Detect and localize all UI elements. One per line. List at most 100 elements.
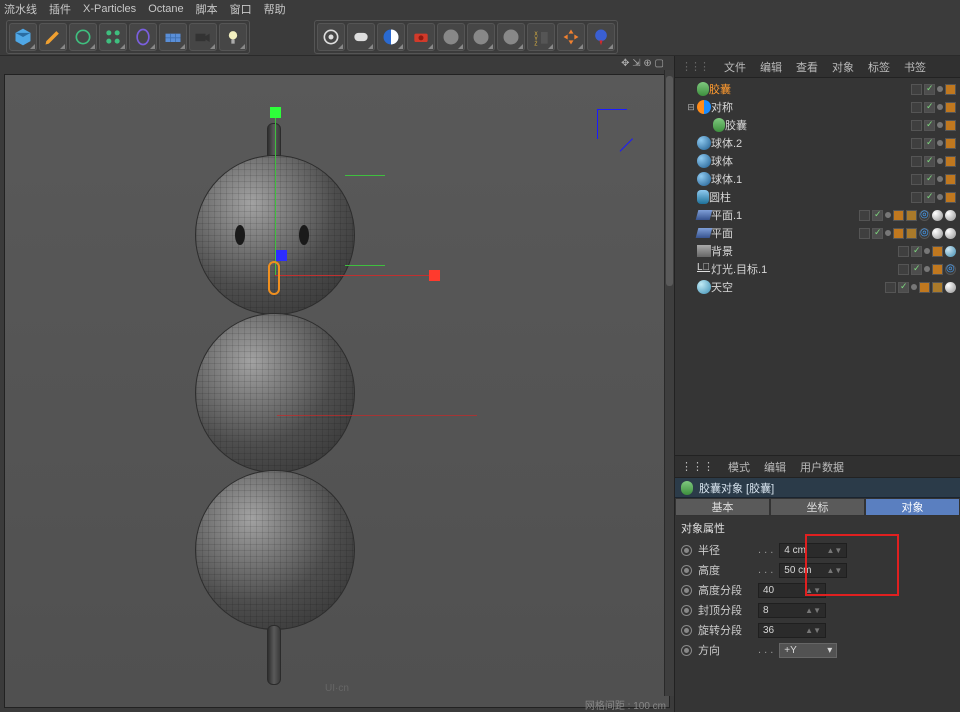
menu-pipeline[interactable]: 流水线 <box>4 1 37 17</box>
tag-target-icon[interactable] <box>919 228 930 239</box>
tag-phong-icon[interactable] <box>945 102 956 113</box>
render-toggle[interactable] <box>347 23 375 51</box>
tag-compositing-icon[interactable] <box>906 228 917 239</box>
render-live[interactable] <box>317 23 345 51</box>
tag-target-icon[interactable] <box>945 264 956 275</box>
tree-tags[interactable] <box>911 138 956 149</box>
tool-pen[interactable] <box>39 23 67 51</box>
editor-dot-icon[interactable] <box>924 266 930 272</box>
tag-phong-icon[interactable] <box>945 84 956 95</box>
layer-toggle-icon[interactable] <box>911 174 922 185</box>
attr-radio-orient[interactable] <box>681 645 692 656</box>
tag-material-icon[interactable] <box>945 228 956 239</box>
viewport-pan-icon[interactable]: ✥ ⇲ ⊕ ▢ <box>621 58 664 69</box>
attr-field-height[interactable]: 50 cm▲▼ <box>779 563 847 578</box>
attr-dropdown-orient[interactable]: +Y▾ <box>779 643 837 658</box>
tree-row[interactable]: 胶囊 <box>675 80 960 98</box>
tree-tags[interactable] <box>859 210 956 221</box>
editor-dot-icon[interactable] <box>937 176 943 182</box>
visibility-toggle-icon[interactable] <box>872 210 883 221</box>
tag-material-icon[interactable] <box>945 210 956 221</box>
layer-toggle-icon[interactable] <box>885 282 896 293</box>
tag-phong-icon[interactable] <box>945 120 956 131</box>
attr-radio-hseg[interactable] <box>681 585 692 596</box>
visibility-toggle-icon[interactable] <box>924 174 935 185</box>
attr-radio-capseg[interactable] <box>681 605 692 616</box>
tool-camera[interactable] <box>189 23 217 51</box>
editor-dot-icon[interactable] <box>937 194 943 200</box>
visibility-toggle-icon[interactable] <box>924 192 935 203</box>
render-contrast[interactable] <box>377 23 405 51</box>
tree-row[interactable]: 球体.2 <box>675 134 960 152</box>
om-tab-object[interactable]: 对象 <box>832 59 854 75</box>
layer-toggle-icon[interactable] <box>911 192 922 203</box>
tree-tags[interactable] <box>898 246 956 257</box>
tree-tags[interactable] <box>911 120 956 131</box>
attr-field-rotseg[interactable]: 36▲▼ <box>758 623 826 638</box>
tree-row[interactable]: 平面 <box>675 224 960 242</box>
visibility-toggle-icon[interactable] <box>924 102 935 113</box>
layer-toggle-icon[interactable] <box>911 84 922 95</box>
om-tab-tags[interactable]: 标签 <box>868 59 890 75</box>
visibility-toggle-icon[interactable] <box>924 138 935 149</box>
gizmo-y-handle[interactable] <box>270 107 281 118</box>
om-tab-file[interactable]: 文件 <box>724 59 746 75</box>
tree-row[interactable]: 胶囊 <box>675 116 960 134</box>
attr-radio-height[interactable] <box>681 565 692 576</box>
tag-compositing-icon[interactable] <box>906 210 917 221</box>
editor-dot-icon[interactable] <box>911 284 917 290</box>
tree-tags[interactable] <box>885 282 956 293</box>
menu-scripts[interactable]: 脚本 <box>196 1 218 17</box>
tree-tags[interactable] <box>911 174 956 185</box>
visibility-toggle-icon[interactable] <box>911 246 922 257</box>
tree-row[interactable]: L⃘灯光.目标.1 <box>675 260 960 278</box>
attr-radio-rotseg[interactable] <box>681 625 692 636</box>
attr-field-radius[interactable]: 4 cm▲▼ <box>779 543 847 558</box>
attr-radio-radius[interactable] <box>681 545 692 556</box>
visibility-toggle-icon[interactable] <box>924 120 935 131</box>
spinner-icon[interactable]: ▲▼ <box>826 567 842 574</box>
tree-row[interactable]: ⊟对称 <box>675 98 960 116</box>
tag-compositing-icon[interactable] <box>932 282 943 293</box>
tool-deformer[interactable] <box>129 23 157 51</box>
tree-row[interactable]: 平面.1 <box>675 206 960 224</box>
visibility-toggle-icon[interactable] <box>911 264 922 275</box>
tag-phong-icon[interactable] <box>945 174 956 185</box>
editor-dot-icon[interactable] <box>885 230 891 236</box>
layer-toggle-icon[interactable] <box>911 156 922 167</box>
render-axes[interactable]: XYZ <box>527 23 555 51</box>
tree-expander[interactable]: ⊟ <box>685 102 697 113</box>
tool-nurbs[interactable] <box>69 23 97 51</box>
viewport-scrollbar[interactable] <box>664 70 674 696</box>
editor-dot-icon[interactable] <box>937 122 943 128</box>
spinner-icon[interactable]: ▲▼ <box>805 627 821 634</box>
render-mat3[interactable] <box>497 23 525 51</box>
tag-phong-icon[interactable] <box>919 282 930 293</box>
tree-tags[interactable] <box>911 84 956 95</box>
editor-dot-icon[interactable] <box>937 140 943 146</box>
attr-field-capseg[interactable]: 8▲▼ <box>758 603 826 618</box>
layer-toggle-icon[interactable] <box>911 138 922 149</box>
tool-light[interactable] <box>219 23 247 51</box>
menu-xparticles[interactable]: X-Particles <box>83 3 136 15</box>
tag-phong-icon[interactable] <box>945 138 956 149</box>
menu-octane[interactable]: Octane <box>148 3 183 15</box>
tag-material-icon[interactable] <box>932 228 943 239</box>
tag-target-icon[interactable] <box>919 210 930 221</box>
menu-plugins[interactable]: 插件 <box>49 1 71 17</box>
tree-tags[interactable] <box>859 228 956 239</box>
editor-dot-icon[interactable] <box>937 158 943 164</box>
gizmo-x-axis[interactable] <box>275 275 433 276</box>
am-tab-mode[interactable]: 模式 <box>728 459 750 475</box>
tag-material-icon[interactable] <box>945 246 956 257</box>
attr-tab-basic[interactable]: 基本 <box>675 498 770 516</box>
tree-row[interactable]: 圆柱 <box>675 188 960 206</box>
om-tab-view[interactable]: 查看 <box>796 59 818 75</box>
om-tab-edit[interactable]: 编辑 <box>760 59 782 75</box>
tool-cube[interactable] <box>9 23 37 51</box>
am-tab-edit[interactable]: 编辑 <box>764 459 786 475</box>
tag-phong-icon[interactable] <box>932 246 943 257</box>
menu-help[interactable]: 帮助 <box>264 1 286 17</box>
tag-material-icon[interactable] <box>945 282 956 293</box>
tree-tags[interactable] <box>911 102 956 113</box>
